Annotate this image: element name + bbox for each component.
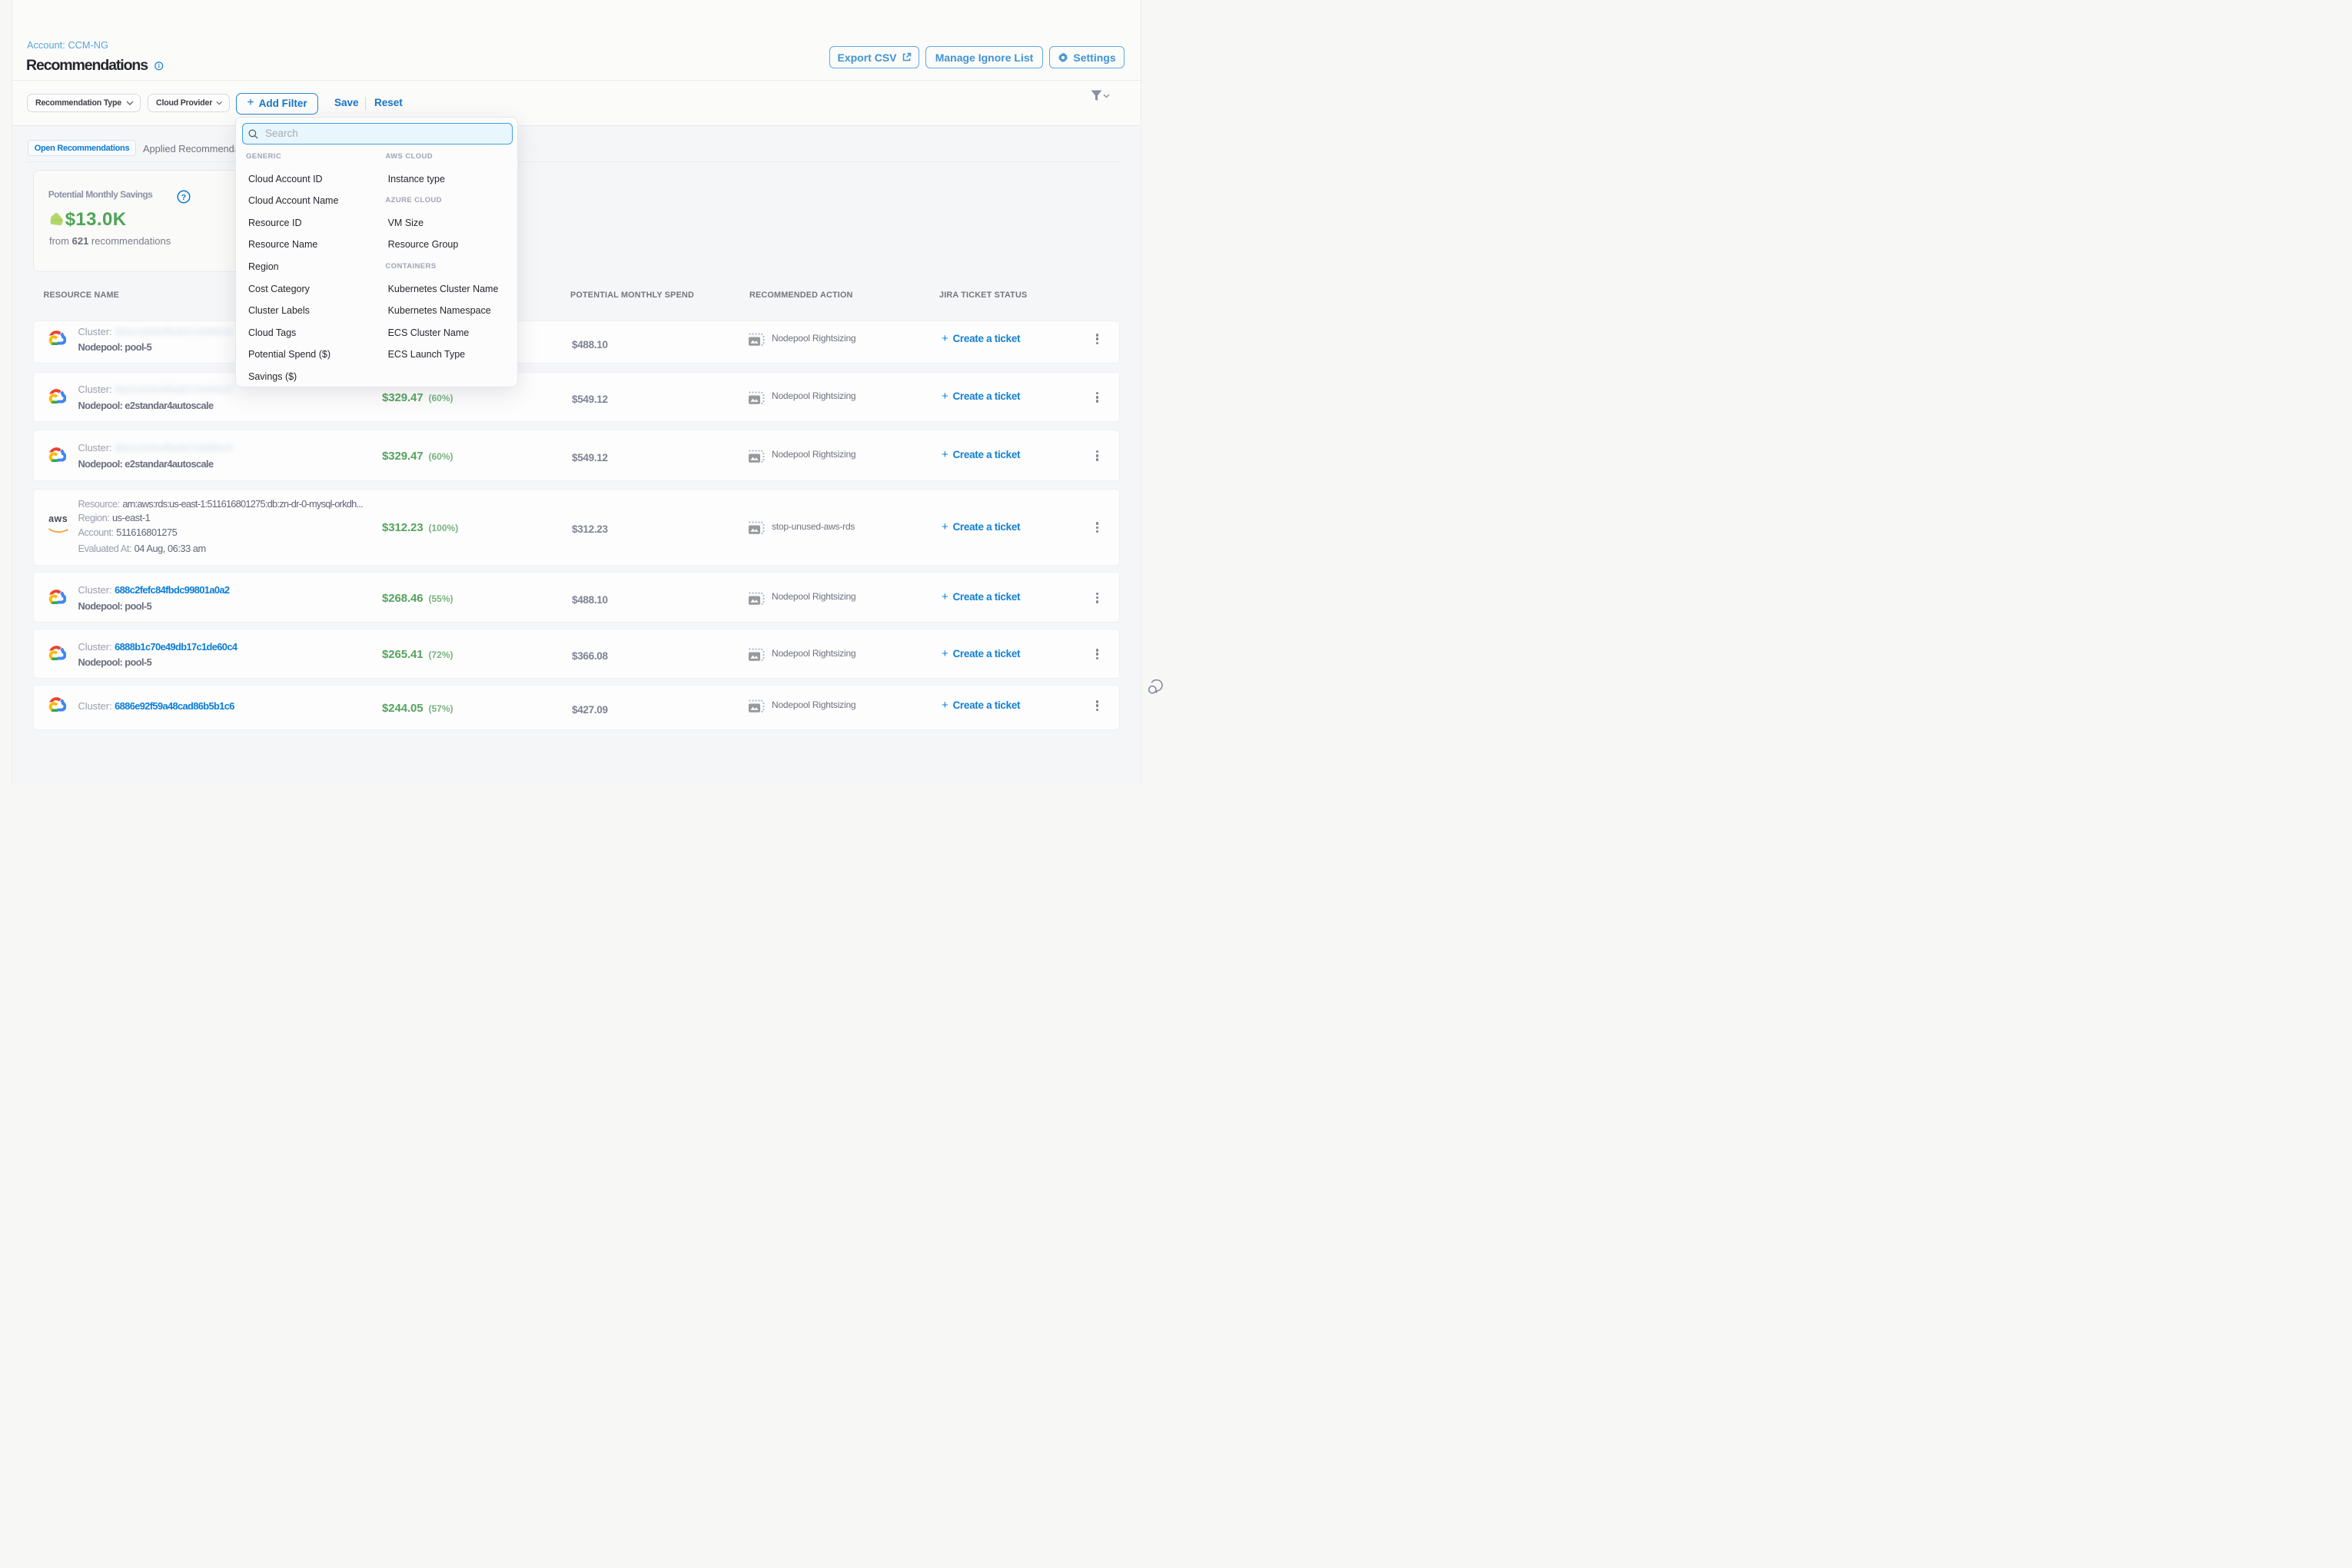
- svg-text:?: ?: [181, 192, 185, 201]
